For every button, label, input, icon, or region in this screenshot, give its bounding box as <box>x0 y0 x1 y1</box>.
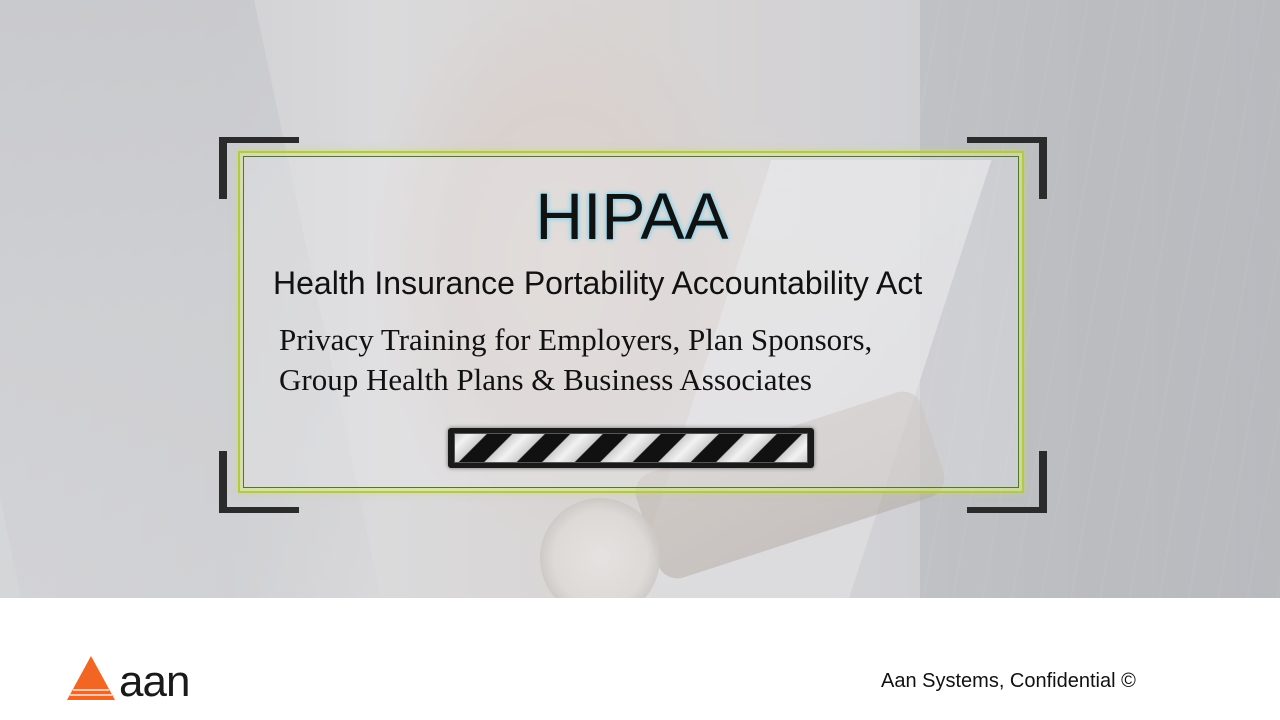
company-logo: aan <box>67 654 190 704</box>
confidential-note: Aan Systems, Confidential © <box>881 670 1136 692</box>
slide-title: HIPAA <box>535 179 729 253</box>
decorative-stripe-bar <box>448 428 814 468</box>
title-slide: HIPAA Health Insurance Portability Accou… <box>0 0 1280 720</box>
orange-triangle-icon <box>67 656 115 700</box>
description-line: Group Health Plans & Business Associates <box>279 362 812 397</box>
description-line: Privacy Training for Employers, Plan Spo… <box>279 322 873 357</box>
slide-description: Privacy Training for Employers, Plan Spo… <box>279 320 872 400</box>
logo-wordmark: aan <box>119 657 190 706</box>
stripe-bar-track <box>454 433 808 463</box>
slide-subtitle: Health Insurance Portability Accountabil… <box>273 265 923 301</box>
